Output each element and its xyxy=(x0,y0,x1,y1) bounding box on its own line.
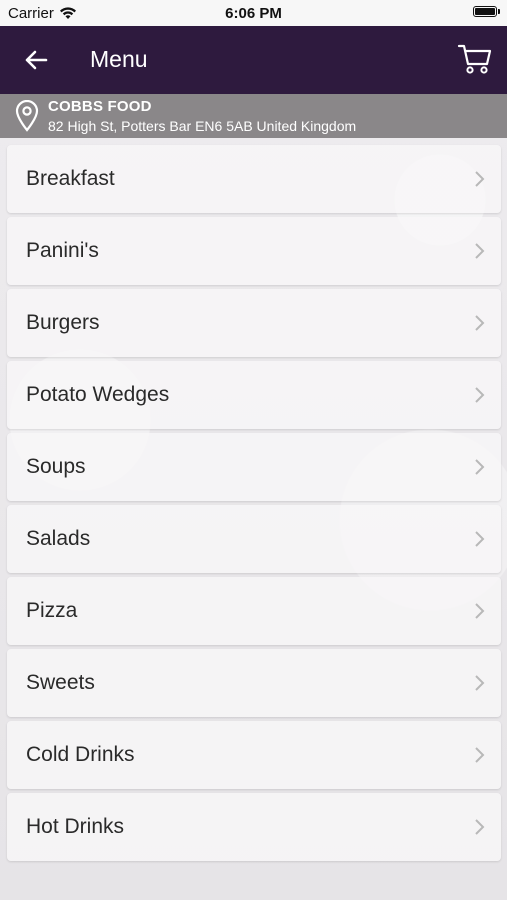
menu-item-burgers[interactable]: Burgers xyxy=(7,289,501,357)
menu-item-sweets[interactable]: Sweets xyxy=(7,649,501,717)
chevron-right-icon xyxy=(475,747,485,763)
menu-item-pizza[interactable]: Pizza xyxy=(7,577,501,645)
chevron-right-icon xyxy=(475,459,485,475)
menu-item-label: Potato Wedges xyxy=(26,383,170,406)
menu-item-soups[interactable]: Soups xyxy=(7,433,501,501)
chevron-right-icon xyxy=(475,315,485,331)
menu-item-salads[interactable]: Salads xyxy=(7,505,501,573)
page-title: Menu xyxy=(90,46,148,72)
chevron-right-icon xyxy=(475,171,485,187)
menu-item-hot-drinks[interactable]: Hot Drinks xyxy=(7,793,501,861)
menu-item-breakfast[interactable]: Breakfast xyxy=(7,145,501,213)
menu-item-label: Panini's xyxy=(26,239,99,262)
status-bar: Carrier 6:06 PM xyxy=(0,0,507,26)
chevron-right-icon xyxy=(475,675,485,691)
chevron-right-icon xyxy=(475,819,485,835)
restaurant-address: 82 High St, Potters Bar EN6 5AB United K… xyxy=(48,118,357,134)
back-arrow-icon[interactable] xyxy=(22,46,50,74)
menu-item-label: Sweets xyxy=(26,671,95,694)
menu-item-label: Hot Drinks xyxy=(26,815,125,838)
status-time: 6:06 PM xyxy=(225,5,282,22)
menu-item-potato-wedges[interactable]: Potato Wedges xyxy=(7,361,501,429)
chevron-right-icon xyxy=(475,387,485,403)
menu-item-label: Pizza xyxy=(26,599,78,622)
menu-item-label: Breakfast xyxy=(26,167,115,190)
menu-item-label: Soups xyxy=(26,455,86,478)
chevron-right-icon xyxy=(475,531,485,547)
menu-item-label: Cold Drinks xyxy=(26,743,135,766)
nav-bar: Menu xyxy=(0,26,507,94)
cart-icon[interactable] xyxy=(457,42,493,76)
chevron-right-icon xyxy=(475,603,485,619)
restaurant-name: COBBS FOOD xyxy=(48,98,152,115)
menu-item-label: Salads xyxy=(26,527,91,550)
menu-item-label: Burgers xyxy=(26,311,100,334)
restaurant-location-bar: COBBS FOOD 82 High St, Potters Bar EN6 5… xyxy=(0,94,507,138)
chevron-right-icon xyxy=(475,243,485,259)
menu-item-paninis[interactable]: Panini's xyxy=(7,217,501,285)
battery-icon xyxy=(473,6,500,17)
location-pin-icon xyxy=(15,100,39,132)
menu-item-cold-drinks[interactable]: Cold Drinks xyxy=(7,721,501,789)
menu-category-list: Breakfast Panini's Burgers Potato Wedges… xyxy=(7,145,501,865)
